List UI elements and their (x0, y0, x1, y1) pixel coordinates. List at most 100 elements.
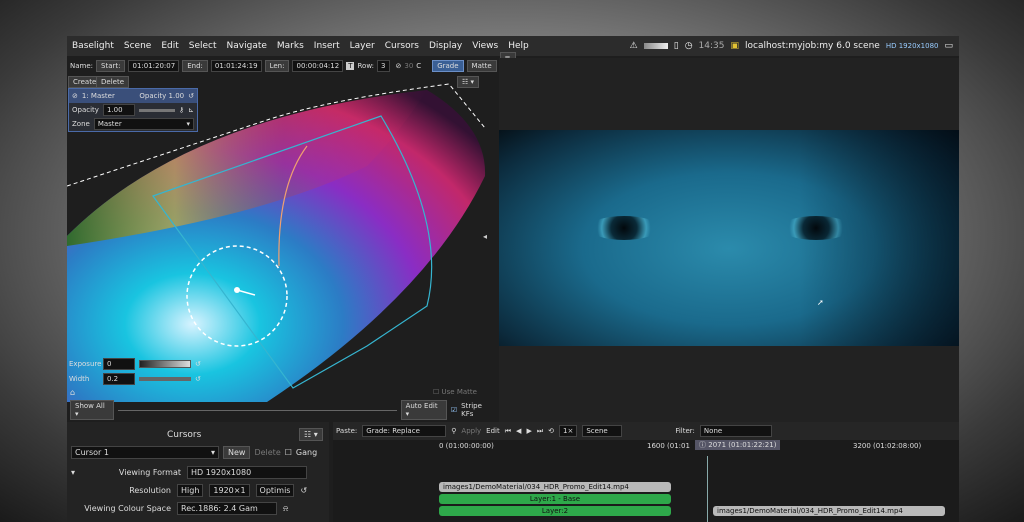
opacity-field[interactable]: 1.00 (102, 104, 135, 116)
auto-edit-select[interactable]: Auto Edit ▾ (400, 400, 447, 420)
delete-cursor-button[interactable]: Delete (254, 448, 280, 457)
tab-grade[interactable]: Grade (432, 60, 464, 72)
menu-cursors[interactable]: Cursors (380, 41, 424, 51)
playhead-line (707, 456, 708, 522)
step-back-icon[interactable]: ◀ (516, 427, 521, 435)
skip-start-icon[interactable]: ⏮ (505, 427, 511, 436)
left-eye (589, 216, 659, 240)
warning-icon[interactable]: ⚠ (630, 41, 638, 51)
paste-tool-icon[interactable]: ⚲ (451, 427, 456, 435)
end-button[interactable]: End: (182, 60, 208, 72)
layer-title: 1: Master (81, 92, 115, 100)
show-all-select[interactable]: Show All ▾ (70, 400, 115, 420)
clip-strip-2[interactable]: images1/DemoMaterial/034_HDR_Promo_Edit1… (713, 506, 945, 516)
len-button[interactable]: Len: (264, 60, 290, 72)
collapse-icon[interactable]: ▾ (71, 468, 75, 477)
paste-select[interactable]: Grade: Replace (362, 425, 447, 437)
use-matte-checkbox[interactable]: ☐ Use Matte (433, 388, 477, 396)
viewing-colour-space-select[interactable]: Rec.1886: 2.4 Gam (177, 502, 277, 515)
disable-icon[interactable]: ⊘ (396, 62, 402, 70)
mode-select[interactable]: Scene (582, 425, 623, 437)
resolution-quality-select[interactable]: High (177, 484, 204, 497)
row-field[interactable]: 3 (377, 60, 390, 72)
gang-checkbox[interactable]: ☐ (285, 448, 292, 457)
menu-marks[interactable]: Marks (272, 41, 309, 51)
cursor-chevron-icon: ▾ (210, 448, 215, 457)
menu-baselight[interactable]: Baselight (67, 41, 119, 51)
resolution-size-select[interactable]: 1920×1 (209, 484, 250, 497)
speed-select[interactable]: 1× (559, 425, 578, 437)
layer-header: ⊘ 1: Master Opacity 1.00 ↺ (69, 89, 197, 103)
layer-strip-base[interactable]: Layer:1 - Base (439, 494, 671, 504)
play-icon[interactable]: ▶ (526, 427, 531, 435)
clip-strip-1[interactable]: images1/DemoMaterial/034_HDR_Promo_Edit1… (439, 482, 671, 492)
zone-select[interactable]: Master ▾ (93, 118, 194, 130)
exposure-reset-icon[interactable]: ↺ (195, 360, 201, 368)
end-field[interactable]: 01:01:24:19 (210, 60, 262, 72)
viewing-colour-space-label: Viewing Colour Space (84, 504, 171, 513)
menu-display[interactable]: Display (424, 41, 467, 51)
cursors-options-button[interactable]: ☷ ▾ (299, 428, 323, 441)
resolution-optimise-select[interactable]: Optimis (255, 484, 295, 497)
cursors-panel: Cursors ☷ ▾ Cursor 1 ▾ New Delete ☐ Gang … (67, 422, 329, 522)
key-icon[interactable]: ⚷ (179, 106, 184, 114)
menu-views[interactable]: Views (467, 41, 503, 51)
collapse-panel-icon[interactable]: ◂ (483, 232, 487, 241)
view-options-button[interactable]: ☷ ▾ (457, 76, 480, 88)
cursor-select[interactable]: Cursor 1 ▾ (71, 446, 219, 459)
gang-label: Gang (295, 448, 318, 457)
shot-toolbar: Name: Start: 01:01:20:07 End: 01:01:24:1… (67, 52, 516, 80)
menu-help[interactable]: Help (503, 41, 534, 51)
start-field[interactable]: 01:01:20:07 (128, 60, 180, 72)
menu-navigate[interactable]: Navigate (222, 41, 272, 51)
stripe-kfs-checkbox[interactable]: ☑ (451, 406, 457, 414)
cursors-title: Cursors (167, 430, 202, 440)
playhead-marker[interactable]: ⓘ 2071 (01:01:22:21) (695, 440, 781, 450)
timeline-scrub[interactable] (118, 409, 397, 411)
viewing-format-select[interactable]: HD 1920x1080 (187, 466, 308, 479)
reset-icon[interactable]: ↺ (188, 92, 194, 100)
layer-strip-2[interactable]: Layer:2 (439, 506, 671, 516)
loop-icon[interactable]: ⟲ (548, 427, 554, 435)
display-icon[interactable]: ▭ (944, 41, 953, 51)
width-slider[interactable] (139, 377, 191, 381)
text-tool-icon[interactable]: T (346, 62, 355, 70)
meter-icon (643, 43, 668, 49)
tab-matte[interactable]: Matte (466, 60, 497, 72)
show-all-label: Show All (75, 402, 105, 410)
width-field[interactable]: 0.2 (103, 373, 135, 385)
curve-icon[interactable]: ⊾ (188, 106, 194, 114)
start-button[interactable]: Start: (96, 60, 126, 72)
exposure-field[interactable]: 0 (103, 358, 135, 370)
disable-layer-icon[interactable]: ⊘ (72, 92, 78, 100)
edit-button[interactable]: Edit (486, 427, 500, 435)
clock-icon: ◷ (684, 41, 693, 51)
width-reset-icon[interactable]: ↺ (195, 375, 201, 383)
exposure-slider[interactable] (139, 360, 191, 368)
menu-layer[interactable]: Layer (345, 41, 380, 51)
home-icon[interactable]: ⌂ (70, 388, 75, 397)
filter-label: Filter: (675, 427, 695, 435)
new-cursor-button[interactable]: New (223, 446, 251, 459)
skip-end-icon[interactable]: ⏭ (537, 427, 543, 436)
delete-button[interactable]: Delete (96, 76, 129, 88)
fps-label[interactable]: 30 (404, 62, 413, 70)
viewing-colour-space-row: Viewing Colour Space Rec.1886: 2.4 Gam ⍾ (81, 502, 288, 515)
resolution-reset-icon[interactable]: ↺ (300, 486, 307, 495)
menu-select[interactable]: Select (184, 41, 222, 51)
len-field[interactable]: 00:00:04:12 (292, 60, 344, 72)
bell-icon[interactable]: ⍾ (283, 504, 288, 514)
chevron-down-icon: ▾ (186, 120, 190, 128)
filter-select[interactable]: None (699, 425, 772, 437)
grade-viewer: Create Delete ☷ ▾ ⊘ 1: Master Opacity 1.… (67, 76, 495, 442)
menu-insert[interactable]: Insert (309, 41, 345, 51)
tc-3200: 3200 (01:02:08:00) (853, 442, 922, 450)
status-time: 14:35 (698, 41, 725, 51)
apply-button[interactable]: Apply (461, 427, 481, 435)
image-viewer[interactable]: ➚ (499, 58, 959, 442)
menu-edit[interactable]: Edit (156, 41, 183, 51)
menu-scene[interactable]: Scene (119, 41, 156, 51)
timecode-ruler[interactable]: 0 (01:00:00:00) 1600 (01:01 ⓘ 2071 (01:0… (333, 440, 959, 456)
c-button[interactable]: C (416, 62, 421, 70)
opacity-slider[interactable] (138, 108, 175, 112)
